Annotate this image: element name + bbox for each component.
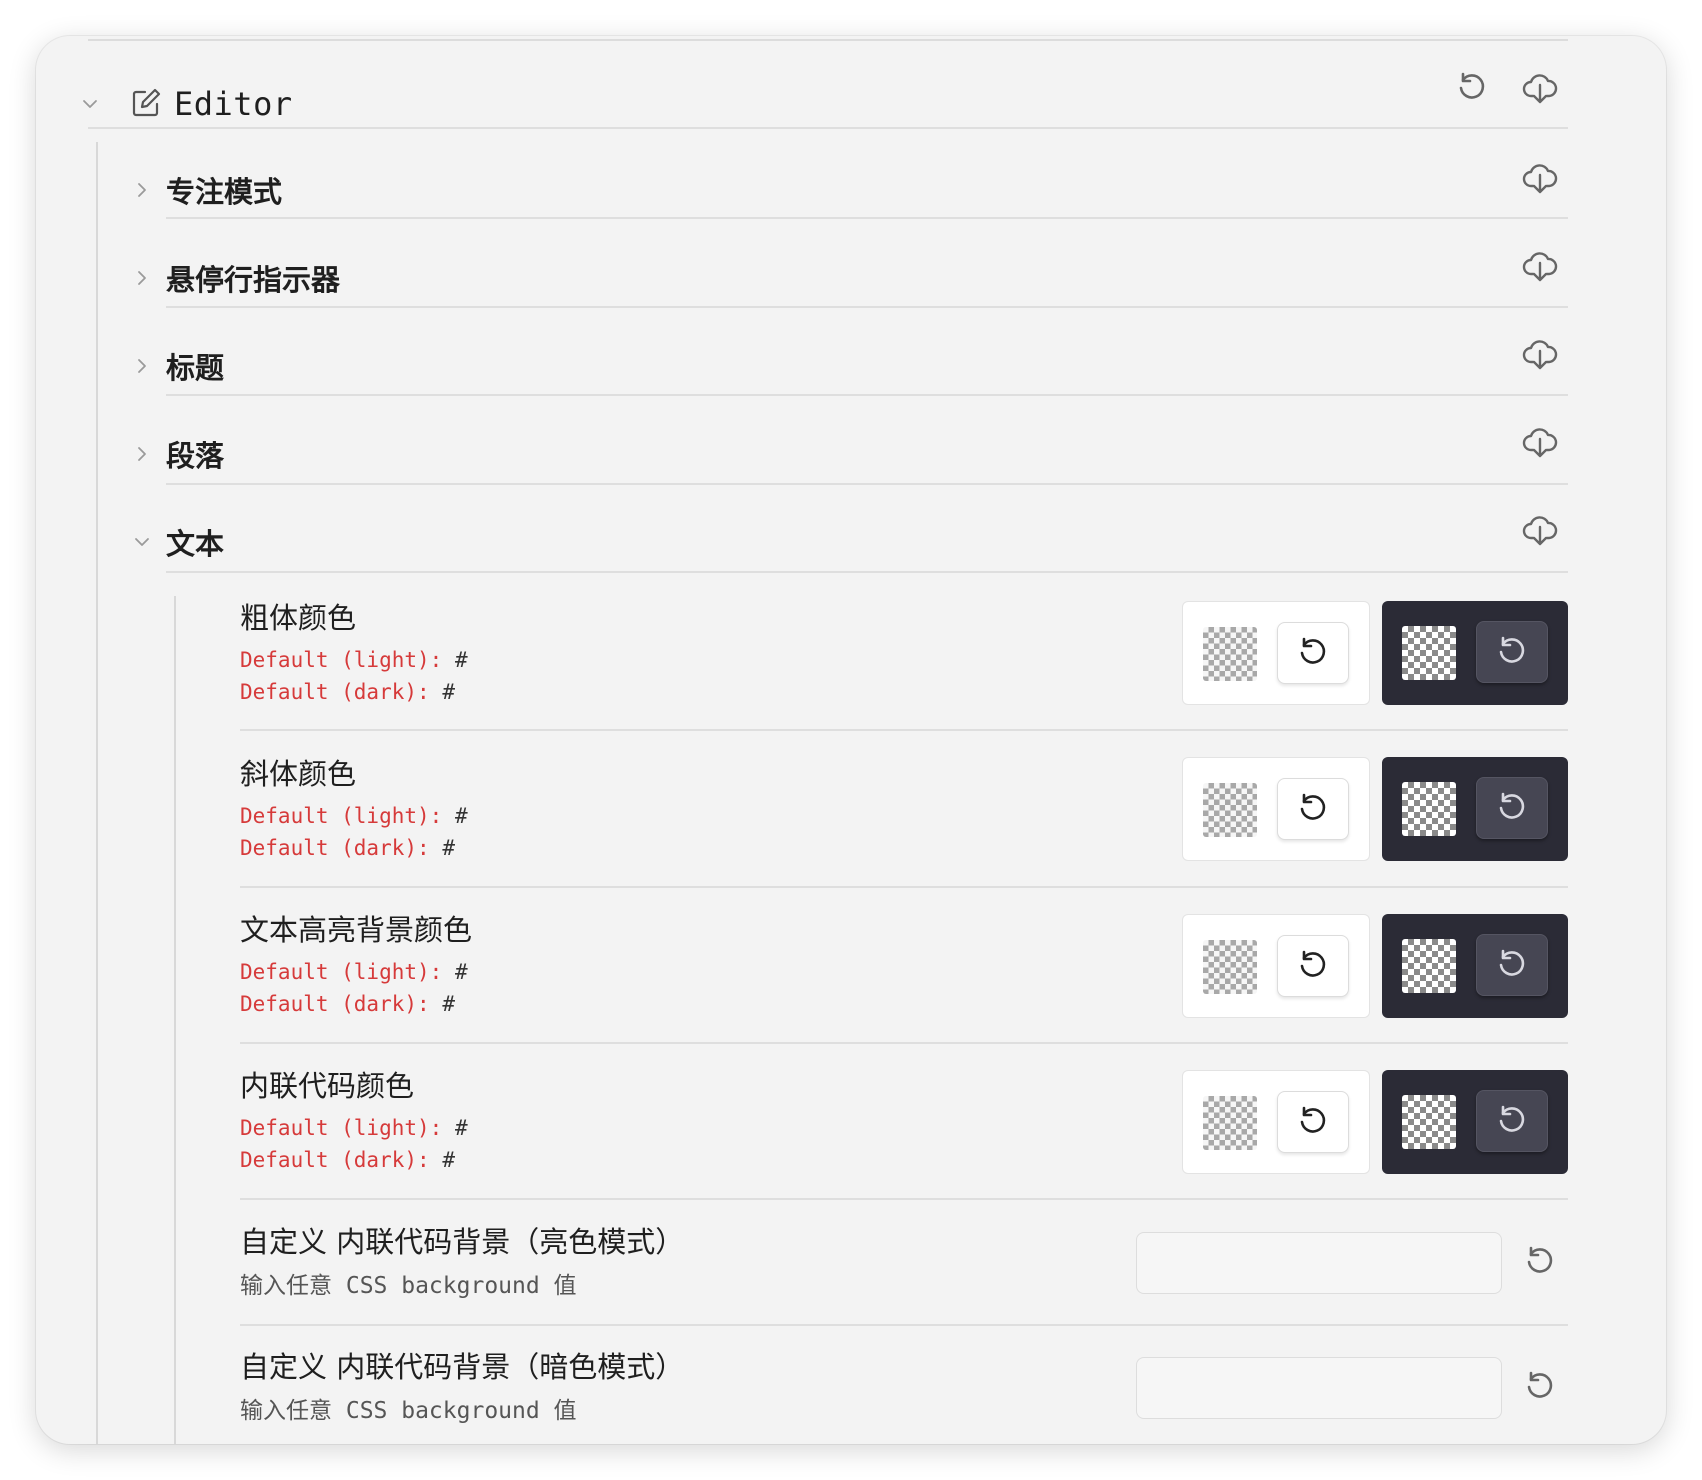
default-light-label: Default (light): — [240, 960, 443, 984]
divider — [88, 127, 1568, 129]
reset-button[interactable] — [1476, 621, 1548, 683]
chevron-right-icon[interactable] — [130, 266, 154, 290]
default-light: Default (light): # — [240, 645, 468, 675]
setting-title: 斜体颜色 — [240, 757, 357, 791]
default-light-value: # — [454, 804, 468, 828]
tree-guide — [96, 142, 98, 1444]
divider — [240, 1324, 1568, 1326]
default-light-value: # — [454, 960, 468, 984]
cloud-download-icon[interactable] — [1518, 420, 1562, 464]
light-color-picker — [1182, 757, 1370, 861]
setting-title: 自定义 内联代码背景（亮色模式） — [240, 1225, 685, 1259]
cloud-download-icon[interactable] — [1518, 332, 1562, 376]
color-swatch[interactable] — [1203, 627, 1257, 681]
reset-icon[interactable] — [1450, 66, 1494, 110]
settings-window: Editor 专注模式 悬停行指示器 标题 段落 文本 粗体颜色 Default… — [36, 36, 1666, 1444]
edit-square-icon — [122, 76, 170, 130]
reset-button[interactable] — [1476, 777, 1548, 839]
setting-description: 输入任意 CSS background 值 — [240, 1398, 577, 1424]
default-dark-value: # — [442, 1148, 455, 1172]
default-dark-label: Default (dark): — [240, 992, 430, 1016]
color-swatch[interactable] — [1402, 1095, 1456, 1149]
default-light: Default (light): # — [240, 957, 468, 987]
default-light-value: # — [454, 1116, 468, 1140]
light-color-picker — [1182, 914, 1370, 1018]
dark-color-picker — [1382, 1070, 1568, 1174]
default-dark: Default (dark): # — [240, 1145, 455, 1175]
divider — [166, 571, 1568, 573]
divider — [166, 394, 1568, 396]
cloud-download-icon[interactable] — [1518, 156, 1562, 200]
light-color-picker — [1182, 601, 1370, 705]
chevron-right-icon[interactable] — [130, 354, 154, 378]
default-light-label: Default (light): — [240, 648, 443, 672]
setting-title: 自定义 内联代码背景（暗色模式） — [240, 1350, 685, 1384]
default-light-value: # — [454, 648, 468, 672]
reset-button[interactable] — [1277, 778, 1349, 840]
default-dark-value: # — [442, 836, 455, 860]
cloud-download-icon[interactable] — [1518, 508, 1562, 552]
color-swatch[interactable] — [1402, 939, 1456, 993]
default-dark: Default (dark): # — [240, 989, 455, 1019]
default-light-label: Default (light): — [240, 804, 443, 828]
section-focus-mode[interactable]: 专注模式 — [166, 162, 282, 218]
chevron-right-icon[interactable] — [130, 178, 154, 202]
cloud-download-icon[interactable] — [1518, 66, 1562, 110]
color-swatch[interactable] — [1203, 940, 1257, 994]
tree-guide — [174, 596, 176, 1444]
reset-icon[interactable] — [1518, 1365, 1562, 1409]
divider — [240, 729, 1568, 731]
color-swatch[interactable] — [1402, 626, 1456, 680]
default-light: Default (light): # — [240, 1113, 468, 1143]
default-dark: Default (dark): # — [240, 833, 455, 863]
color-swatch[interactable] — [1402, 782, 1456, 836]
default-light-label: Default (light): — [240, 1116, 443, 1140]
top-divider — [88, 39, 1568, 41]
section-paragraph[interactable]: 段落 — [166, 426, 224, 482]
divider — [240, 1042, 1568, 1044]
editor-title: Editor — [174, 85, 293, 123]
chevron-down-icon[interactable] — [78, 92, 102, 116]
default-dark-label: Default (dark): — [240, 680, 430, 704]
cloud-download-icon[interactable] — [1518, 244, 1562, 288]
reset-button[interactable] — [1277, 935, 1349, 997]
color-swatch[interactable] — [1203, 783, 1257, 837]
dark-color-picker — [1382, 914, 1568, 1018]
section-hover-line-indicator[interactable]: 悬停行指示器 — [166, 250, 340, 306]
setting-description: 输入任意 CSS background 值 — [240, 1273, 577, 1299]
divider — [166, 483, 1568, 485]
default-light: Default (light): # — [240, 801, 468, 831]
divider — [166, 217, 1568, 219]
divider — [166, 306, 1568, 308]
setting-title: 内联代码颜色 — [240, 1069, 415, 1103]
default-dark-label: Default (dark): — [240, 1148, 430, 1172]
default-dark: Default (dark): # — [240, 677, 455, 707]
default-dark-value: # — [442, 680, 455, 704]
default-dark-label: Default (dark): — [240, 836, 430, 860]
light-color-picker — [1182, 1070, 1370, 1174]
reset-icon[interactable] — [1518, 1240, 1562, 1284]
divider — [240, 886, 1568, 888]
chevron-down-icon[interactable] — [130, 530, 154, 554]
divider — [240, 1198, 1568, 1200]
reset-button[interactable] — [1277, 1091, 1349, 1153]
default-dark-value: # — [442, 992, 455, 1016]
section-headings[interactable]: 标题 — [166, 338, 224, 394]
reset-button[interactable] — [1476, 934, 1548, 996]
chevron-right-icon[interactable] — [130, 442, 154, 466]
dark-color-picker — [1382, 601, 1568, 705]
css-background-input-dark[interactable] — [1136, 1357, 1502, 1419]
section-text[interactable]: 文本 — [166, 514, 224, 570]
css-background-input-light[interactable] — [1136, 1232, 1502, 1294]
dark-color-picker — [1382, 757, 1568, 861]
color-swatch[interactable] — [1203, 1096, 1257, 1150]
reset-button[interactable] — [1277, 622, 1349, 684]
setting-title: 文本高亮背景颜色 — [240, 913, 473, 947]
reset-button[interactable] — [1476, 1090, 1548, 1152]
setting-title: 粗体颜色 — [240, 601, 357, 635]
